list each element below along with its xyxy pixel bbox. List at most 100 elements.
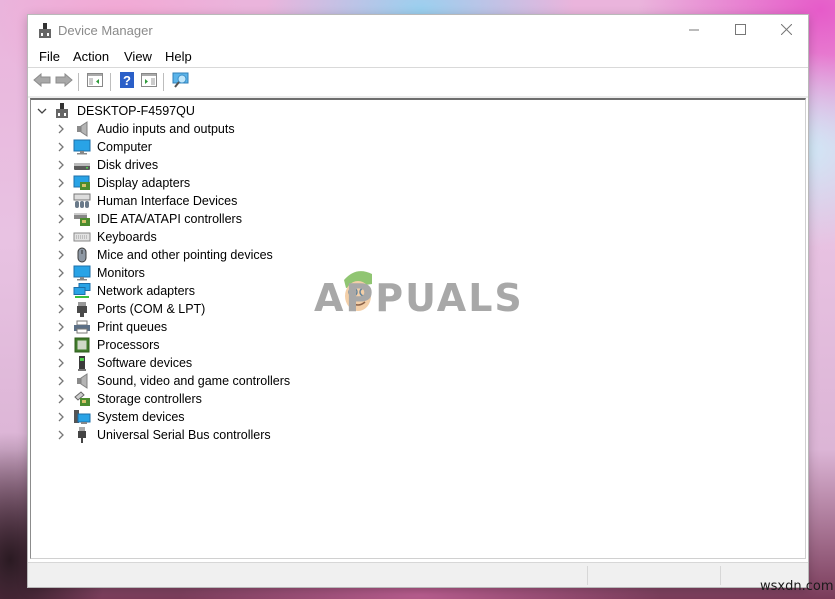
- tree-item-label: Ports (COM & LPT): [97, 302, 206, 316]
- chevron-right-icon[interactable]: [54, 246, 68, 264]
- menu-file[interactable]: File: [39, 49, 60, 64]
- device-manager-icon: [38, 23, 52, 39]
- usb-icon: [73, 427, 91, 443]
- chevron-right-icon[interactable]: [54, 354, 68, 372]
- help-button[interactable]: ?: [116, 71, 138, 92]
- status-divider: [720, 566, 721, 585]
- tree-item[interactable]: Storage controllers: [54, 390, 202, 408]
- chevron-right-icon[interactable]: [54, 192, 68, 210]
- tree-item-label: IDE ATA/ATAPI controllers: [97, 212, 242, 226]
- maximize-icon: [734, 22, 746, 40]
- tree-root[interactable]: DESKTOP-F4597QU: [35, 102, 195, 120]
- device-manager-window: Device Manager File Action View Help ? D…: [28, 15, 808, 587]
- menu-view[interactable]: View: [124, 49, 152, 64]
- tree-item-label: Mice and other pointing devices: [97, 248, 273, 262]
- show-hide-action-pane-button[interactable]: [138, 72, 160, 92]
- chevron-right-icon[interactable]: [54, 264, 68, 282]
- tree-item-label: Print queues: [97, 320, 168, 334]
- network-adapter-icon: [73, 283, 91, 299]
- forward-button[interactable]: [53, 72, 75, 92]
- tree-item[interactable]: Keyboards: [54, 228, 157, 246]
- maximize-button[interactable]: [717, 15, 763, 46]
- tree-item[interactable]: Mice and other pointing devices: [54, 246, 273, 264]
- status-bar: [28, 562, 808, 587]
- disk-drive-icon: [73, 157, 91, 173]
- chevron-right-icon[interactable]: [54, 318, 68, 336]
- arrow-right-icon: [55, 72, 73, 92]
- tree-item[interactable]: Sound, video and game controllers: [54, 372, 290, 390]
- chevron-right-icon[interactable]: [54, 120, 68, 138]
- tree-item-label: Audio inputs and outputs: [97, 122, 235, 136]
- tree-item[interactable]: System devices: [54, 408, 185, 426]
- root-label: DESKTOP-F4597QU: [77, 104, 195, 118]
- display-adapter-icon: [73, 175, 91, 191]
- tree-item-label: System devices: [97, 410, 185, 424]
- tree-item-label: Display adapters: [97, 176, 191, 190]
- tree-item[interactable]: Computer: [54, 138, 152, 156]
- minimize-button[interactable]: [671, 15, 717, 46]
- tree-item-label: Network adapters: [97, 284, 195, 298]
- menu-bar: File Action View Help: [28, 46, 808, 67]
- chevron-right-icon[interactable]: [54, 426, 68, 444]
- title-bar[interactable]: Device Manager: [28, 15, 808, 46]
- processor-icon: [73, 337, 91, 353]
- watermark: wsxdn.com: [760, 579, 834, 594]
- tree-item[interactable]: Display adapters: [54, 174, 190, 192]
- chevron-right-icon[interactable]: [54, 210, 68, 228]
- tree-item[interactable]: Ports (COM & LPT): [54, 300, 205, 318]
- tree-item[interactable]: Monitors: [54, 264, 145, 282]
- tree-item-label: Sound, video and game controllers: [97, 374, 291, 388]
- scan-hardware-icon: [172, 72, 190, 93]
- tree-item[interactable]: Disk drives: [54, 156, 158, 174]
- tree-item[interactable]: IDE ATA/ATAPI controllers: [54, 210, 242, 228]
- hid-icon: [73, 193, 91, 209]
- tree-item[interactable]: Processors: [54, 336, 160, 354]
- window-title: Device Manager: [58, 23, 153, 38]
- tree-item[interactable]: Software devices: [54, 354, 192, 372]
- storage-controller-icon: [73, 391, 91, 407]
- menu-action[interactable]: Action: [73, 49, 109, 64]
- speaker-icon: [73, 121, 91, 137]
- tree-item-label: Human Interface Devices: [97, 194, 238, 208]
- menu-help[interactable]: Help: [165, 49, 192, 64]
- toolbar-separator: [78, 73, 79, 91]
- console-tree-icon: [87, 72, 103, 92]
- keyboard-icon: [73, 229, 91, 245]
- chevron-right-icon[interactable]: [54, 390, 68, 408]
- ide-controller-icon: [73, 211, 91, 227]
- tree-item-label: Storage controllers: [97, 392, 202, 406]
- tree-item-label: Monitors: [97, 266, 145, 280]
- show-hide-console-tree-button[interactable]: [84, 72, 106, 92]
- speaker-icon: [73, 373, 91, 389]
- tree-item[interactable]: Audio inputs and outputs: [54, 120, 235, 138]
- chevron-right-icon[interactable]: [54, 282, 68, 300]
- toolbar: ?: [28, 67, 808, 96]
- chevron-right-icon[interactable]: [54, 138, 68, 156]
- chevron-right-icon[interactable]: [54, 336, 68, 354]
- device-tree[interactable]: DESKTOP-F4597QU Audio inputs and outputs…: [30, 98, 806, 559]
- status-divider: [587, 566, 588, 585]
- tree-item[interactable]: Universal Serial Bus controllers: [54, 426, 271, 444]
- chevron-right-icon[interactable]: [54, 156, 68, 174]
- tree-item[interactable]: Network adapters: [54, 282, 195, 300]
- computer-tower-icon: [53, 103, 71, 119]
- chevron-right-icon[interactable]: [54, 408, 68, 426]
- toolbar-separator: [110, 73, 111, 91]
- minimize-icon: [689, 22, 699, 40]
- toolbar-separator: [163, 73, 164, 91]
- tree-item[interactable]: Print queues: [54, 318, 167, 336]
- tree-item[interactable]: Human Interface Devices: [54, 192, 237, 210]
- chevron-right-icon[interactable]: [54, 300, 68, 318]
- tree-item-label: Computer: [97, 140, 152, 154]
- svg-text:?: ?: [123, 73, 131, 88]
- arrow-left-icon: [33, 72, 51, 92]
- chevron-right-icon[interactable]: [54, 228, 68, 246]
- mouse-icon: [73, 247, 91, 263]
- chevron-right-icon[interactable]: [54, 174, 68, 192]
- chevron-right-icon[interactable]: [54, 372, 68, 390]
- back-button[interactable]: [31, 72, 53, 92]
- scan-for-hardware-changes-button[interactable]: [170, 72, 192, 92]
- close-button[interactable]: [763, 15, 809, 46]
- chevron-down-icon[interactable]: [35, 102, 49, 120]
- monitor-icon: [73, 265, 91, 281]
